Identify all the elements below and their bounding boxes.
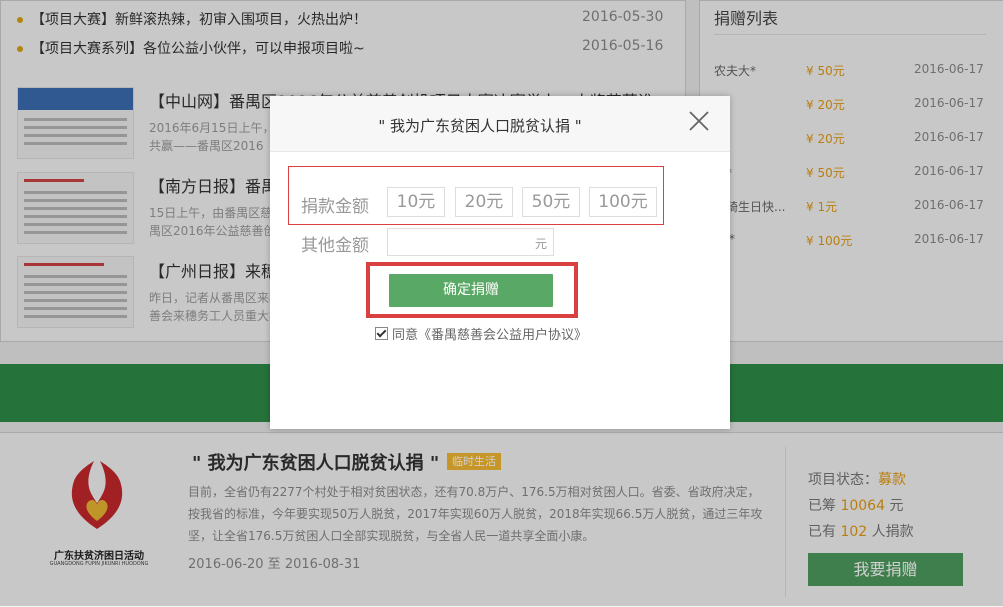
close-icon[interactable] bbox=[687, 109, 711, 133]
other-amount-label: 其他金额 bbox=[301, 236, 369, 256]
checkbox-checked-icon[interactable] bbox=[375, 327, 388, 340]
amount-label: 捐款金额 bbox=[301, 197, 369, 217]
agreement-label[interactable]: 同意《番禺慈善会公益用户协议》 bbox=[392, 328, 587, 343]
other-amount-input[interactable]: 元 bbox=[387, 228, 554, 256]
modal-title: " 我为广东贫困人口脱贫认捐 " bbox=[378, 117, 582, 135]
amount-option-10[interactable]: 10元 bbox=[387, 187, 445, 217]
confirm-donation-button[interactable]: 确定捐赠 bbox=[389, 274, 553, 307]
amount-option-50[interactable]: 50元 bbox=[522, 187, 580, 217]
other-amount-unit: 元 bbox=[534, 237, 547, 251]
donation-modal: " 我为广东贫困人口脱贫认捐 " 捐款金额 10元 20元 50元 100元 其… bbox=[270, 96, 730, 429]
amount-option-100[interactable]: 100元 bbox=[589, 187, 657, 217]
agreement[interactable]: 同意《番禺慈善会公益用户协议》 bbox=[375, 324, 587, 343]
amount-option-20[interactable]: 20元 bbox=[455, 187, 513, 217]
